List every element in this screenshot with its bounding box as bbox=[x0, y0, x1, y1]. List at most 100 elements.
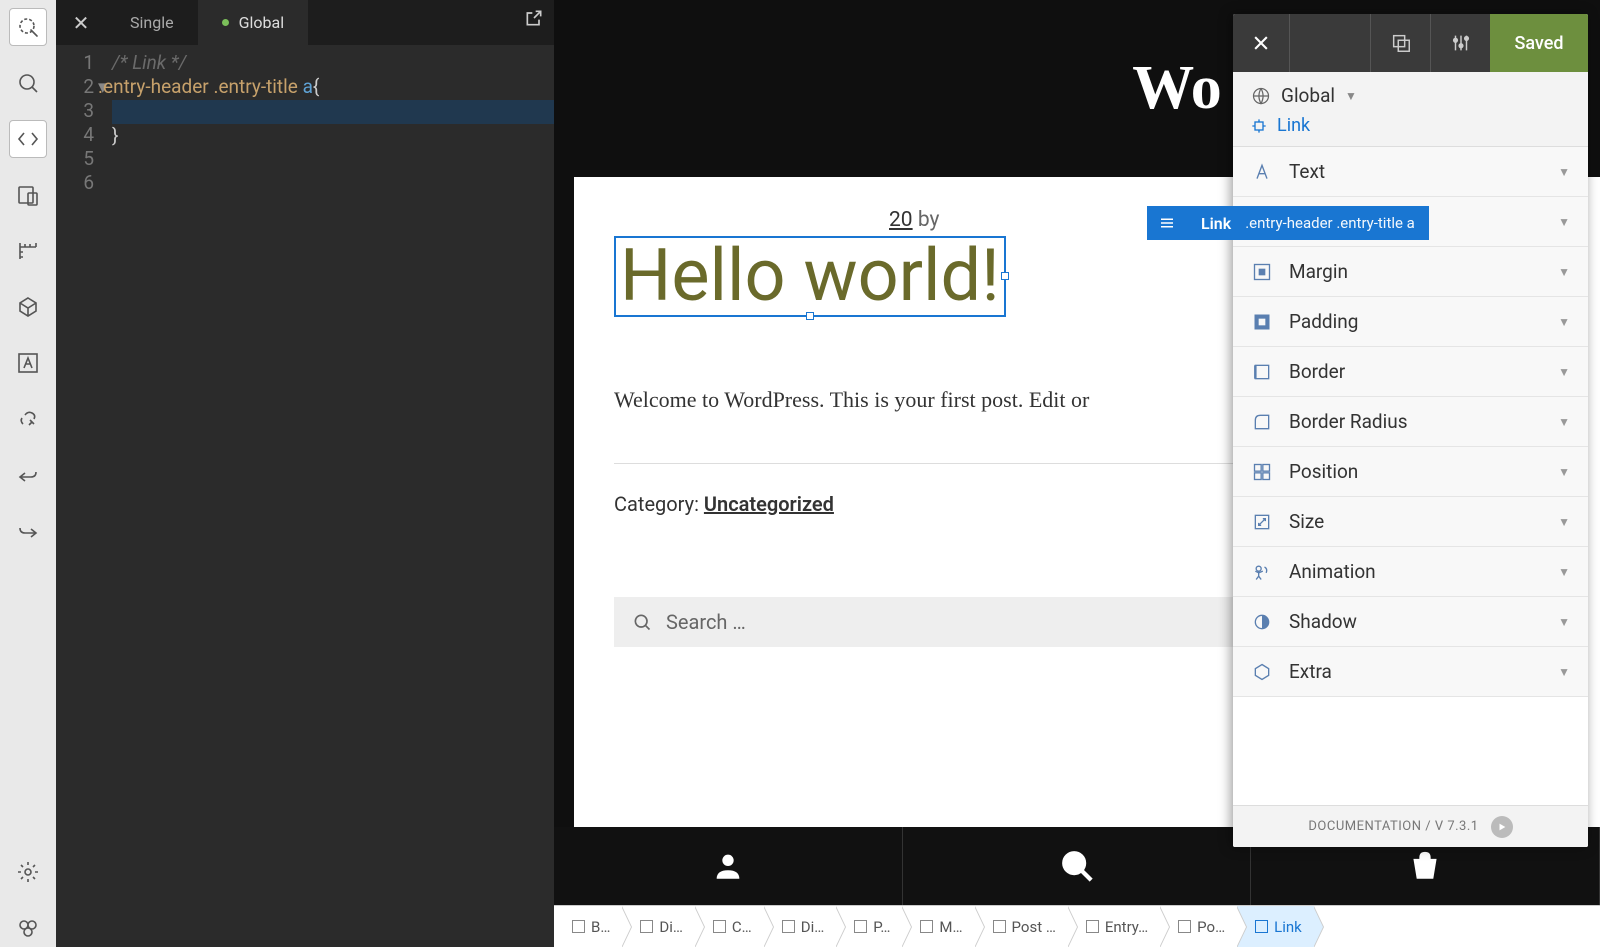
crumb-8[interactable]: Po… bbox=[1160, 906, 1237, 947]
typography-button[interactable] bbox=[9, 344, 47, 382]
crumb-0[interactable]: B… bbox=[554, 906, 622, 947]
globe-icon bbox=[1251, 86, 1271, 106]
modified-dot-icon bbox=[222, 19, 229, 26]
settings-button[interactable] bbox=[9, 853, 47, 891]
chevron-down-icon: ▼ bbox=[1345, 89, 1357, 103]
chevron-down-icon: ▼ bbox=[1558, 515, 1570, 529]
inspector-property-list: Text▼ Background▼ Margin▼ Padding▼ Borde… bbox=[1233, 147, 1588, 805]
ruler-button[interactable] bbox=[9, 232, 47, 270]
row-margin[interactable]: Margin▼ bbox=[1233, 247, 1588, 297]
padding-icon bbox=[1251, 311, 1273, 333]
adjustments-button[interactable] bbox=[1430, 14, 1490, 72]
selection-menu-icon[interactable] bbox=[1147, 214, 1187, 232]
target-icon bbox=[1251, 118, 1267, 134]
crumb-icon bbox=[1255, 920, 1268, 933]
search-icon bbox=[632, 612, 652, 632]
inspector-topbar: Saved bbox=[1233, 14, 1588, 72]
crumb-icon bbox=[1178, 920, 1191, 933]
chevron-down-icon: ▼ bbox=[1558, 215, 1570, 229]
selection-toolbar[interactable]: Link .entry-header .entry-title a bbox=[1147, 206, 1429, 240]
inspector-panel: Saved Global ▼ Link Text▼ Background▼ Ma… bbox=[1233, 14, 1588, 847]
crumb-7[interactable]: Entry… bbox=[1068, 906, 1160, 947]
selected-link-title[interactable]: Hello world! bbox=[614, 236, 1006, 317]
responsive-button[interactable] bbox=[9, 176, 47, 214]
crumb-icon bbox=[993, 920, 1006, 933]
modules-button[interactable] bbox=[9, 909, 47, 947]
row-border-radius[interactable]: Border Radius▼ bbox=[1233, 397, 1588, 447]
crumb-3[interactable]: Di… bbox=[764, 906, 837, 947]
chevron-down-icon: ▼ bbox=[1558, 265, 1570, 279]
crumb-link[interactable]: Link bbox=[1237, 906, 1314, 947]
chevron-down-icon: ▼ bbox=[1558, 565, 1570, 579]
border-radius-icon bbox=[1251, 411, 1273, 433]
scope-selector[interactable]: Global ▼ bbox=[1251, 84, 1570, 107]
crumb-1[interactable]: Di… bbox=[622, 906, 695, 947]
search-button[interactable] bbox=[9, 64, 47, 102]
row-animation[interactable]: Animation▼ bbox=[1233, 547, 1588, 597]
animation-button[interactable] bbox=[9, 400, 47, 438]
border-icon bbox=[1251, 361, 1273, 383]
inspector-close-button[interactable] bbox=[1233, 14, 1289, 72]
row-size[interactable]: Size▼ bbox=[1233, 497, 1588, 547]
resize-handle-bottom[interactable] bbox=[806, 312, 814, 320]
row-shadow[interactable]: Shadow▼ bbox=[1233, 597, 1588, 647]
inspect-tool-button[interactable] bbox=[9, 8, 47, 46]
chevron-down-icon: ▼ bbox=[1558, 665, 1570, 679]
chevron-down-icon: ▼ bbox=[1558, 365, 1570, 379]
crumb-5[interactable]: M… bbox=[902, 906, 974, 947]
position-icon bbox=[1251, 461, 1273, 483]
text-icon bbox=[1251, 161, 1273, 183]
version-label: DOCUMENTATION / V 7.3.1 bbox=[1308, 819, 1478, 834]
copy-styles-button[interactable] bbox=[1370, 14, 1430, 72]
tab-single[interactable]: Single bbox=[106, 0, 198, 45]
box-button[interactable] bbox=[9, 288, 47, 326]
crumb-icon bbox=[854, 920, 867, 933]
chevron-down-icon: ▼ bbox=[1558, 165, 1570, 179]
crumb-icon bbox=[782, 920, 795, 933]
margin-icon bbox=[1251, 261, 1273, 283]
code-editor[interactable]: 123456 /* Link */ ▾.entry-header .entry-… bbox=[56, 45, 554, 947]
popout-editor-button[interactable] bbox=[524, 8, 544, 32]
crumb-icon bbox=[640, 920, 653, 933]
chevron-down-icon: ▼ bbox=[1558, 315, 1570, 329]
element-selector[interactable]: Link bbox=[1251, 115, 1570, 136]
post-title-text: Hello world! bbox=[620, 233, 1000, 318]
crumb-6[interactable]: Post … bbox=[975, 906, 1068, 947]
undo-button[interactable] bbox=[9, 456, 47, 494]
line-gutter: 123456 bbox=[56, 45, 104, 947]
extra-icon bbox=[1251, 661, 1273, 683]
editor-tab-bar: ✕ Single Global bbox=[56, 0, 554, 45]
saved-indicator[interactable]: Saved bbox=[1490, 14, 1588, 72]
close-editor-button[interactable]: ✕ bbox=[56, 0, 106, 45]
chevron-down-icon: ▼ bbox=[1558, 415, 1570, 429]
inspector-footer: DOCUMENTATION / V 7.3.1 bbox=[1233, 805, 1588, 847]
search-nav-button[interactable] bbox=[903, 827, 1252, 905]
crumb-2[interactable]: C… bbox=[695, 906, 764, 947]
element-label: Link bbox=[1277, 115, 1310, 136]
redo-button[interactable] bbox=[9, 512, 47, 550]
shadow-icon bbox=[1251, 611, 1273, 633]
left-icon-rail bbox=[0, 0, 56, 947]
crumb-icon bbox=[920, 920, 933, 933]
tab-global-label: Global bbox=[239, 13, 285, 32]
animation-icon bbox=[1251, 561, 1273, 583]
code-button[interactable] bbox=[9, 120, 47, 158]
scope-label: Global bbox=[1281, 84, 1335, 107]
crumb-icon bbox=[572, 920, 585, 933]
account-button[interactable] bbox=[554, 827, 903, 905]
category-link[interactable]: Uncategorized bbox=[704, 492, 834, 516]
chevron-down-icon: ▼ bbox=[1558, 465, 1570, 479]
resize-handle-right[interactable] bbox=[1001, 272, 1009, 280]
crumb-icon bbox=[1086, 920, 1099, 933]
row-border[interactable]: Border▼ bbox=[1233, 347, 1588, 397]
breadcrumb-bar: B… Di… C… Di… P… M… Post … Entry… Po… Li… bbox=[554, 905, 1600, 947]
tab-global[interactable]: Global bbox=[198, 0, 309, 45]
row-text[interactable]: Text▼ bbox=[1233, 147, 1588, 197]
inspector-header: Global ▼ Link bbox=[1233, 72, 1588, 147]
row-extra[interactable]: Extra▼ bbox=[1233, 647, 1588, 697]
row-padding[interactable]: Padding▼ bbox=[1233, 297, 1588, 347]
row-position[interactable]: Position▼ bbox=[1233, 447, 1588, 497]
code-content[interactable]: /* Link */ ▾.entry-header .entry-title a… bbox=[104, 45, 554, 947]
code-panel: ✕ Single Global 123456 /* Link */ ▾.entr… bbox=[56, 0, 554, 947]
play-tutorial-button[interactable] bbox=[1491, 816, 1513, 838]
